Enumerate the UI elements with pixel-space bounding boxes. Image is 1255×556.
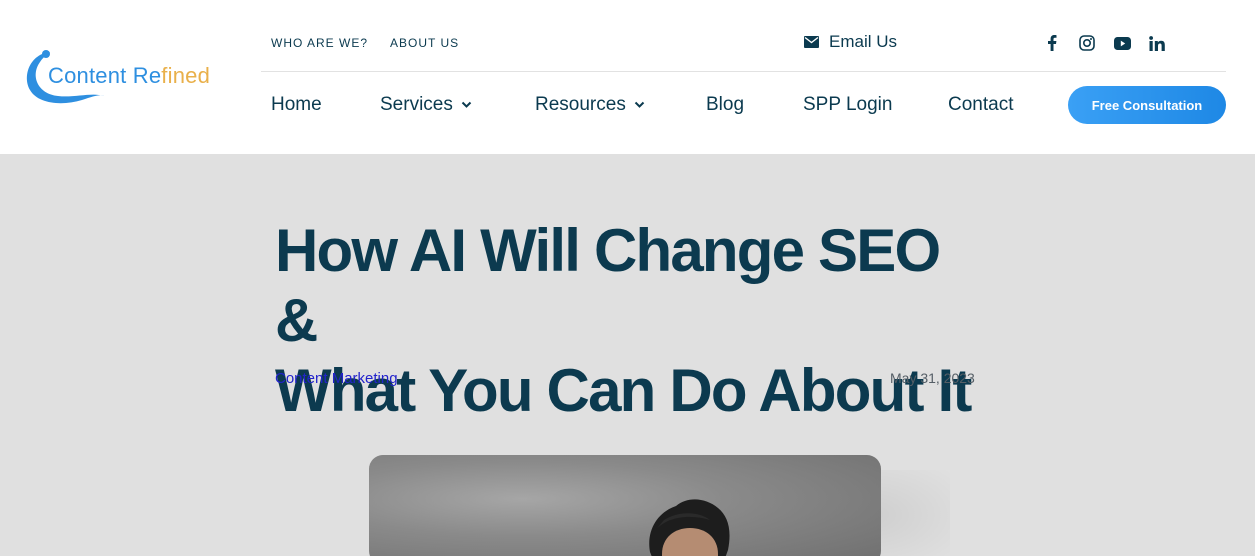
nav-resources-label: Resources [535,94,626,115]
envelope-icon [804,36,819,48]
nav-home[interactable]: Home [271,94,322,116]
nav-blog-label: Blog [706,94,745,115]
youtube-icon[interactable] [1113,34,1131,52]
featured-image [369,455,881,556]
free-consultation-button[interactable]: Free Consultation [1068,86,1226,124]
nav-services-label: Services [380,94,453,115]
nav-resources[interactable]: Resources [535,94,645,116]
article-category-link[interactable]: Content Marketing [275,370,398,387]
featured-image-shadow [870,470,950,556]
nav-blog[interactable]: Blog [706,94,744,116]
article-title: How AI Will Change SEO & What You Can Do… [275,216,995,426]
social-links [1043,34,1166,52]
person-hair-image [649,499,730,556]
nav-contact[interactable]: Contact [948,94,1013,116]
linkedin-icon[interactable] [1148,34,1166,52]
main-nav: Home Services Resources Blog SPP Login C… [271,88,1051,122]
nav-spp-login[interactable]: SPP Login [803,94,892,116]
instagram-icon[interactable] [1078,34,1096,52]
article-date: May 31, 2023 [890,370,975,386]
site-header: Content Refined WHO ARE WE? ABOUT US Ema… [0,0,1255,154]
top-bar: WHO ARE WE? ABOUT US Email Us [271,30,1226,56]
nav-contact-label: Contact [948,94,1014,115]
article-title-line-2: What You Can Do About It [275,357,972,424]
email-us-link[interactable]: Email Us [804,32,897,52]
site-logo[interactable]: Content Refined [22,46,237,108]
header-divider [261,71,1226,72]
email-us-label: Email Us [829,32,898,51]
logo-wordmark: Content Refined [48,63,211,88]
facebook-icon[interactable] [1043,34,1061,52]
nav-home-label: Home [271,94,322,115]
nav-spp-login-label: SPP Login [803,94,893,115]
toplink-about-us[interactable]: ABOUT US [390,36,459,50]
toplink-who-are-we[interactable]: WHO ARE WE? [271,36,368,50]
chevron-down-icon [461,101,472,108]
chevron-down-icon [634,101,645,108]
article-title-line-1: How AI Will Change SEO & [275,217,941,354]
nav-services[interactable]: Services [380,94,472,116]
